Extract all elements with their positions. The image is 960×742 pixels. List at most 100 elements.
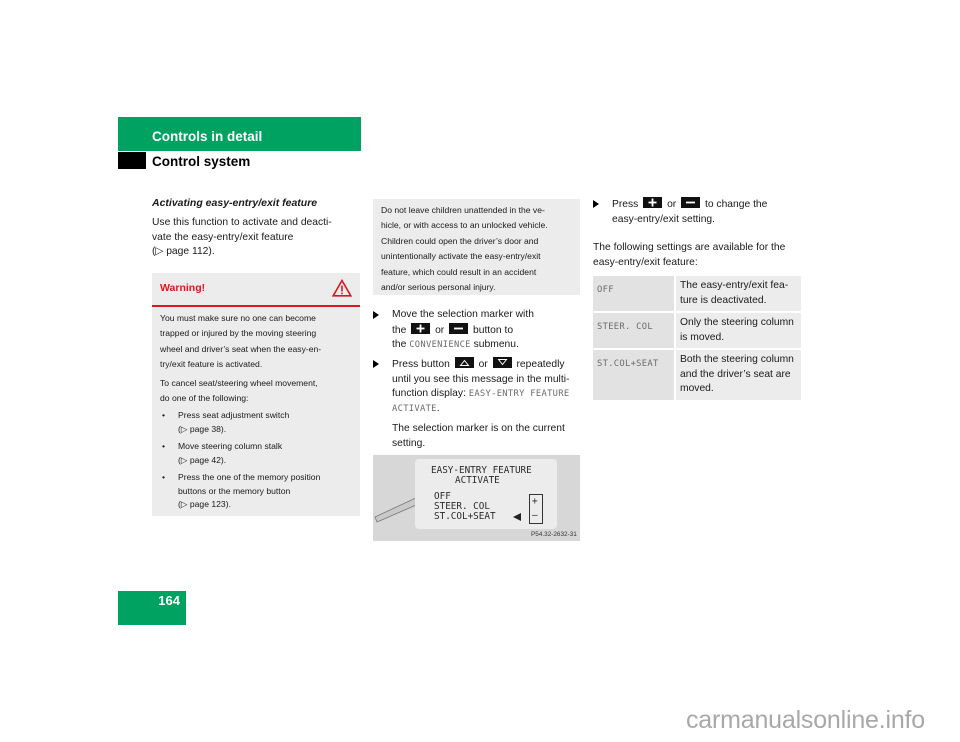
setting-description: Both the steering column and the driver’… xyxy=(674,350,801,402)
minus-button-icon xyxy=(681,197,701,208)
step-arrow-icon xyxy=(593,200,599,208)
text-line: until you see this message in the multi- xyxy=(392,373,570,385)
display-term: EASY-ENTRY FEATURE xyxy=(468,389,570,399)
text: the xyxy=(392,324,407,336)
feature-heading: Activating easy-entry/exit feature xyxy=(152,197,318,209)
instruction-step: Move the selection marker with the or bu… xyxy=(373,308,583,353)
settings-table: OFF The easy-entry/exit fea- ture is dea… xyxy=(593,276,801,402)
text: Press button xyxy=(392,359,450,370)
text-line: and the driver’s seat are xyxy=(680,368,791,380)
page-link-123[interactable]: (▷ page 123). xyxy=(178,498,356,512)
plus-minus-indicator: + – xyxy=(529,494,543,524)
text-line: setting. xyxy=(392,437,426,449)
display-term: ACTIVATE xyxy=(392,403,437,414)
text-line: vate the easy-entry/exit feature xyxy=(152,231,294,243)
text-line: Do not leave children unattended in the … xyxy=(381,205,545,215)
warning-bullet: Press seat adjustment switch (▷ page 38)… xyxy=(160,409,356,436)
text-line: The following settings are available for… xyxy=(593,242,786,253)
minus-sign: – xyxy=(532,510,538,521)
text-line: Move the selection marker with xyxy=(392,309,534,320)
text-line: You must make sure no one can become xyxy=(160,313,316,323)
text: or xyxy=(667,199,677,210)
display-line-2: ACTIVATE xyxy=(455,475,500,486)
text-line: The easy-entry/exit fea- xyxy=(680,280,789,291)
warning-divider xyxy=(152,305,360,307)
text-line: buttons or the memory button xyxy=(178,485,291,496)
warning-triangle-icon xyxy=(332,279,352,297)
warning-paragraph-2: To cancel seat/steering wheel movement, … xyxy=(160,376,356,407)
table-row: ST.COL+SEAT Both the steering column and… xyxy=(593,350,801,402)
instruction-step: Press or to change the easy-entry/exit s… xyxy=(593,197,803,227)
setting-description: Only the steering column is moved. xyxy=(674,313,801,350)
text: or xyxy=(478,359,488,370)
text-line: ture is deactivated. xyxy=(680,294,767,306)
text-line: Both the steering column xyxy=(680,354,794,365)
text-line: do one of the following: xyxy=(160,393,249,404)
text-line: ACTIVATE. xyxy=(392,402,583,417)
minus-button-icon xyxy=(449,322,469,334)
table-row: OFF The easy-entry/exit fea- ture is dea… xyxy=(593,276,801,313)
setting-name: OFF xyxy=(593,276,674,313)
text: . xyxy=(436,402,440,414)
text-line: feature, which could result in an accide… xyxy=(381,266,537,277)
text-line: Press the one of the memory position xyxy=(178,472,321,483)
text: the xyxy=(392,339,407,350)
text-line: unintentionally activate the easy-entry/… xyxy=(381,251,541,262)
text-line: try/exit feature is activated. xyxy=(160,359,263,370)
setting-description: The easy-entry/exit fea- ture is deactiv… xyxy=(674,276,801,313)
text-line: the or button to xyxy=(392,322,583,339)
plus-button-icon xyxy=(411,322,431,334)
text-line: wheel and driver’s seat when the easy-en… xyxy=(160,343,322,354)
page-link-38[interactable]: (▷ page 38). xyxy=(178,423,356,437)
text-line: Press button or repeatedly xyxy=(392,357,583,373)
page-link-42[interactable]: (▷ page 42). xyxy=(178,454,356,468)
text-line: is moved. xyxy=(680,331,725,343)
subsection-marker xyxy=(118,152,146,169)
table-row: STEER. COL Only the steering column is m… xyxy=(593,313,801,350)
plus-button-icon xyxy=(643,197,663,208)
display-option-selected: ST.COL+SEAT xyxy=(434,511,496,522)
warning-continued-text: Do not leave children unattended in the … xyxy=(381,203,577,295)
text: function display: xyxy=(392,388,466,399)
setting-name: ST.COL+SEAT xyxy=(593,350,674,402)
intro-paragraph: Use this function to activate and deacti… xyxy=(152,216,362,260)
text: to change the xyxy=(704,199,768,210)
warning-body: You must make sure no one can become tra… xyxy=(160,311,356,512)
warning-title: Warning! xyxy=(160,282,206,294)
text-line: the CONVENIENCE submenu. xyxy=(392,338,583,353)
text-line: Only the steering column xyxy=(680,317,794,328)
plus-sign: + xyxy=(532,496,538,507)
text: submenu. xyxy=(473,339,519,350)
warning-paragraph-1: You must make sure no one can become tra… xyxy=(160,311,356,373)
text-line: and/or serious personal injury. xyxy=(381,282,496,293)
section-title: Controls in detail xyxy=(152,129,263,144)
display-screen: EASY-ENTRY FEATURE ACTIVATE OFF STEER. C… xyxy=(415,459,557,529)
up-button-icon xyxy=(454,357,474,368)
settings-intro: The following settings are available for… xyxy=(593,241,803,270)
instruction-step: Press button or repeatedly until you see… xyxy=(373,357,583,451)
text-line: function display: EASY-ENTRY FEATURE xyxy=(392,387,583,402)
text-line: Press or to change the xyxy=(612,197,803,213)
text: repeatedly xyxy=(516,359,565,370)
text-line: Children could open the driver’s door an… xyxy=(381,235,539,246)
display-term: OFF xyxy=(597,285,614,295)
page-link-112[interactable]: (▷ page 112). xyxy=(152,245,362,260)
watermark: carmanualsonline.info xyxy=(686,706,926,734)
text: or xyxy=(435,324,445,336)
multifunction-display-illustration: EASY-ENTRY FEATURE ACTIVATE OFF STEER. C… xyxy=(373,455,580,541)
subsection-title: Control system xyxy=(152,154,251,169)
warning-box: Warning! You must make sure no one can b… xyxy=(152,273,360,516)
selection-marker-icon xyxy=(513,513,521,521)
display-term: CONVENIENCE xyxy=(409,340,471,350)
text-line: Move steering column stalk xyxy=(178,441,283,452)
warning-bullet: Press the one of the memory position but… xyxy=(160,471,356,512)
step-note: The selection marker is on the current s… xyxy=(392,422,583,451)
text-line: Use this function to activate and deacti… xyxy=(152,217,332,228)
down-button-icon xyxy=(492,357,512,368)
text-line: moved. xyxy=(680,383,714,394)
display-term: STEER. COL xyxy=(597,322,653,332)
text-line: To cancel seat/steering wheel movement, xyxy=(160,377,318,388)
text-line: trapped or injured by the moving steerin… xyxy=(160,328,317,339)
step-arrow-icon xyxy=(373,360,379,368)
step-arrow-icon xyxy=(373,311,379,319)
